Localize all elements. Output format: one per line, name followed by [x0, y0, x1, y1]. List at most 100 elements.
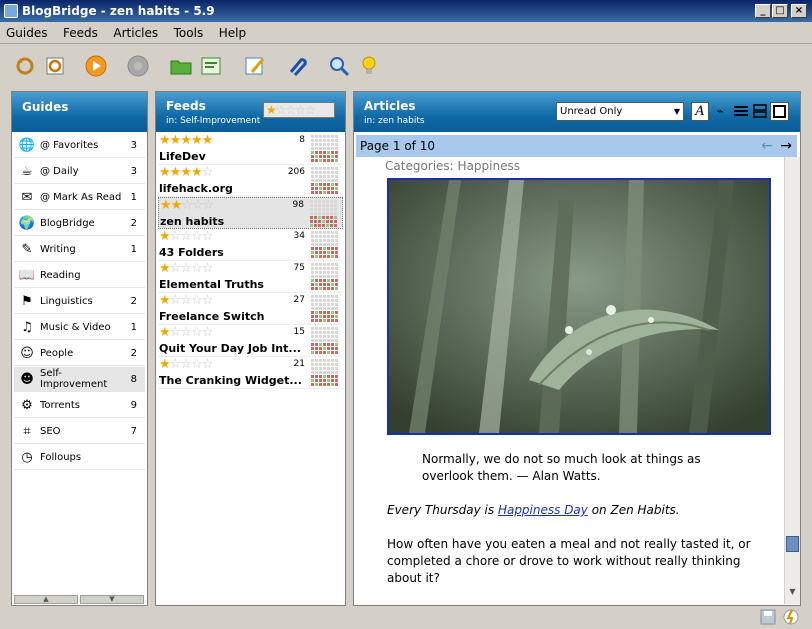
gear-icon: ⚙ — [21, 397, 33, 413]
menu-tools[interactable]: Tools — [168, 23, 210, 40]
guide-item[interactable]: ⚙ Torrents 9 — [14, 393, 145, 418]
guide-label: Linguistics — [40, 295, 93, 307]
rating-stars[interactable]: ★★★★☆ — [159, 166, 213, 179]
guide-count: 1 — [130, 243, 137, 255]
close-button[interactable]: × — [791, 4, 807, 18]
menu-guides[interactable]: Guides — [0, 23, 54, 40]
search-icon[interactable] — [326, 53, 352, 79]
chevron-down-icon: ▼ — [673, 107, 680, 116]
title-bar: BlogBridge - zen habits - 5.9 _ □ × — [0, 0, 812, 22]
feed-name: The Cranking Widget... — [159, 374, 302, 387]
feed-item[interactable]: ★★☆☆☆ zen habits 98 — [158, 197, 343, 229]
guide-count: 2 — [130, 347, 137, 359]
guides-header: Guides — [12, 92, 147, 132]
new-feed-icon[interactable] — [198, 53, 224, 79]
guide-item[interactable]: ♫ Music & Video 1 — [14, 315, 145, 340]
next-page-icon[interactable]: → — [780, 135, 792, 157]
rating-stars[interactable]: ★☆☆☆☆ — [159, 326, 213, 339]
font-style-icon[interactable]: A — [691, 102, 709, 121]
stop-icon[interactable] — [125, 53, 151, 79]
menu-help[interactable]: Help — [213, 23, 252, 40]
rating-stars[interactable]: ★☆☆☆☆ — [159, 262, 213, 275]
feeds-title: Feeds — [166, 99, 206, 113]
guide-item[interactable]: ⚑ Linguistics 2 — [14, 289, 145, 314]
guides-scroll-up[interactable]: ▲ — [14, 595, 78, 604]
guide-item[interactable]: ☺ People 2 — [14, 341, 145, 366]
attach-icon[interactable] — [284, 53, 310, 79]
activity-chart-icon — [310, 200, 340, 228]
edit-icon[interactable] — [242, 53, 268, 79]
feed-count: 75 — [293, 263, 305, 273]
guide-item[interactable]: ☕ @ Daily 3 — [14, 159, 145, 184]
rating-stars[interactable]: ★★☆☆☆ — [160, 199, 214, 212]
article-scrollbar[interactable]: ▼ — [784, 157, 800, 604]
feed-item[interactable]: ★☆☆☆☆ Freelance Switch 27 — [158, 293, 343, 325]
page-indicator: Page 1 of 10 — [360, 139, 435, 153]
brief-view-icon[interactable] — [753, 104, 767, 119]
guide-count: 2 — [130, 217, 137, 229]
minimize-button[interactable]: _ — [755, 4, 771, 18]
feed-item[interactable]: ★☆☆☆☆ Elemental Truths 75 — [158, 261, 343, 293]
highlight-icon[interactable]: ⌁ — [711, 102, 729, 121]
activity-chart-icon — [311, 167, 341, 195]
feed-count: 15 — [293, 327, 305, 337]
rating-filter[interactable]: ★☆☆☆☆ — [263, 102, 335, 118]
prev-page-icon[interactable]: ← — [761, 135, 773, 157]
feed-name: 43 Folders — [159, 246, 224, 259]
sync-icon[interactable] — [42, 53, 68, 79]
guides-panel: Guides 🌐 @ Favorites 3 ☕ @ Daily 3 ✉ @ Mark As … — [11, 91, 148, 606]
guide-item[interactable]: ◷ Folloups — [14, 445, 145, 470]
feed-name: Quit Your Day Job Int... — [159, 342, 301, 355]
feed-item[interactable]: ★☆☆☆☆ The Cranking Widget... 21 — [158, 357, 343, 389]
minimal-view-icon[interactable] — [770, 102, 789, 121]
guide-item[interactable]: ✎ Writing 1 — [14, 237, 145, 262]
open-folder-icon[interactable] — [168, 53, 194, 79]
rating-stars[interactable]: ★☆☆☆☆ — [159, 230, 213, 243]
people-icon: ☺ — [20, 345, 34, 361]
save-icon[interactable] — [760, 609, 776, 625]
blogbridge-icon: 🌍 — [18, 215, 36, 231]
happiness-day-link[interactable]: Happiness Day — [498, 503, 588, 517]
status-bar — [0, 606, 812, 629]
guide-item[interactable]: ☻ Self-Improvement 8 — [14, 367, 145, 392]
guide-item[interactable]: 📖 Reading — [14, 263, 145, 288]
menu-feeds[interactable]: Feeds — [57, 23, 104, 40]
full-view-icon[interactable] — [734, 104, 748, 119]
guide-item[interactable]: ✉ @ Mark As Read 1 — [14, 185, 145, 210]
menu-articles[interactable]: Articles — [107, 23, 164, 40]
feed-count: 98 — [292, 200, 304, 210]
guide-count: 1 — [130, 191, 137, 203]
guides-scroll-down[interactable]: ▼ — [80, 595, 144, 604]
update-icon[interactable] — [12, 53, 38, 79]
guide-item[interactable]: ⌗ SEO 7 — [14, 419, 145, 444]
guide-label: @ Mark As Read — [40, 191, 122, 203]
guide-item[interactable]: 🌍 BlogBridge 2 — [14, 211, 145, 236]
guide-count: 8 — [130, 373, 137, 385]
feed-item[interactable]: ★★★★★ LifeDev 8 — [158, 133, 343, 165]
guide-label: BlogBridge — [40, 217, 95, 229]
flag-icon: ⚑ — [21, 293, 33, 309]
feed-count: 27 — [293, 295, 305, 305]
feed-item[interactable]: ★☆☆☆☆ Quit Your Day Job Int... 15 — [158, 325, 343, 357]
article-filter-select[interactable]: Unread Only ▼ — [556, 102, 684, 121]
pen-icon: ✎ — [21, 241, 33, 257]
guide-item[interactable]: 🌐 @ Favorites 3 — [14, 133, 145, 158]
scroll-thumb[interactable] — [786, 536, 799, 552]
activity-chart-icon — [311, 327, 341, 355]
rating-stars[interactable]: ★☆☆☆☆ — [159, 358, 213, 371]
guide-label: SEO — [40, 425, 61, 437]
menu-bar: Guides Feeds Articles Tools Help — [0, 23, 812, 44]
rating-stars[interactable]: ★☆☆☆☆ — [159, 294, 213, 307]
maximize-button[interactable]: □ — [772, 4, 788, 18]
feed-item[interactable]: ★★★★☆ lifehack.org 206 — [158, 165, 343, 197]
rating-stars[interactable]: ★★★★★ — [159, 134, 213, 147]
scroll-down-icon[interactable]: ▼ — [786, 587, 799, 601]
music-icon: ♫ — [21, 319, 33, 335]
person-icon: ☻ — [20, 371, 34, 387]
feed-count: 34 — [293, 231, 305, 241]
feed-item[interactable]: ★☆☆☆☆ 43 Folders 34 — [158, 229, 343, 261]
connection-icon[interactable] — [782, 608, 800, 626]
play-icon[interactable] — [83, 53, 109, 79]
feeds-panel: Feeds in: Self-Improvement ★☆☆☆☆ ★★★★★ Li… — [155, 91, 346, 606]
tip-icon[interactable] — [356, 53, 382, 79]
